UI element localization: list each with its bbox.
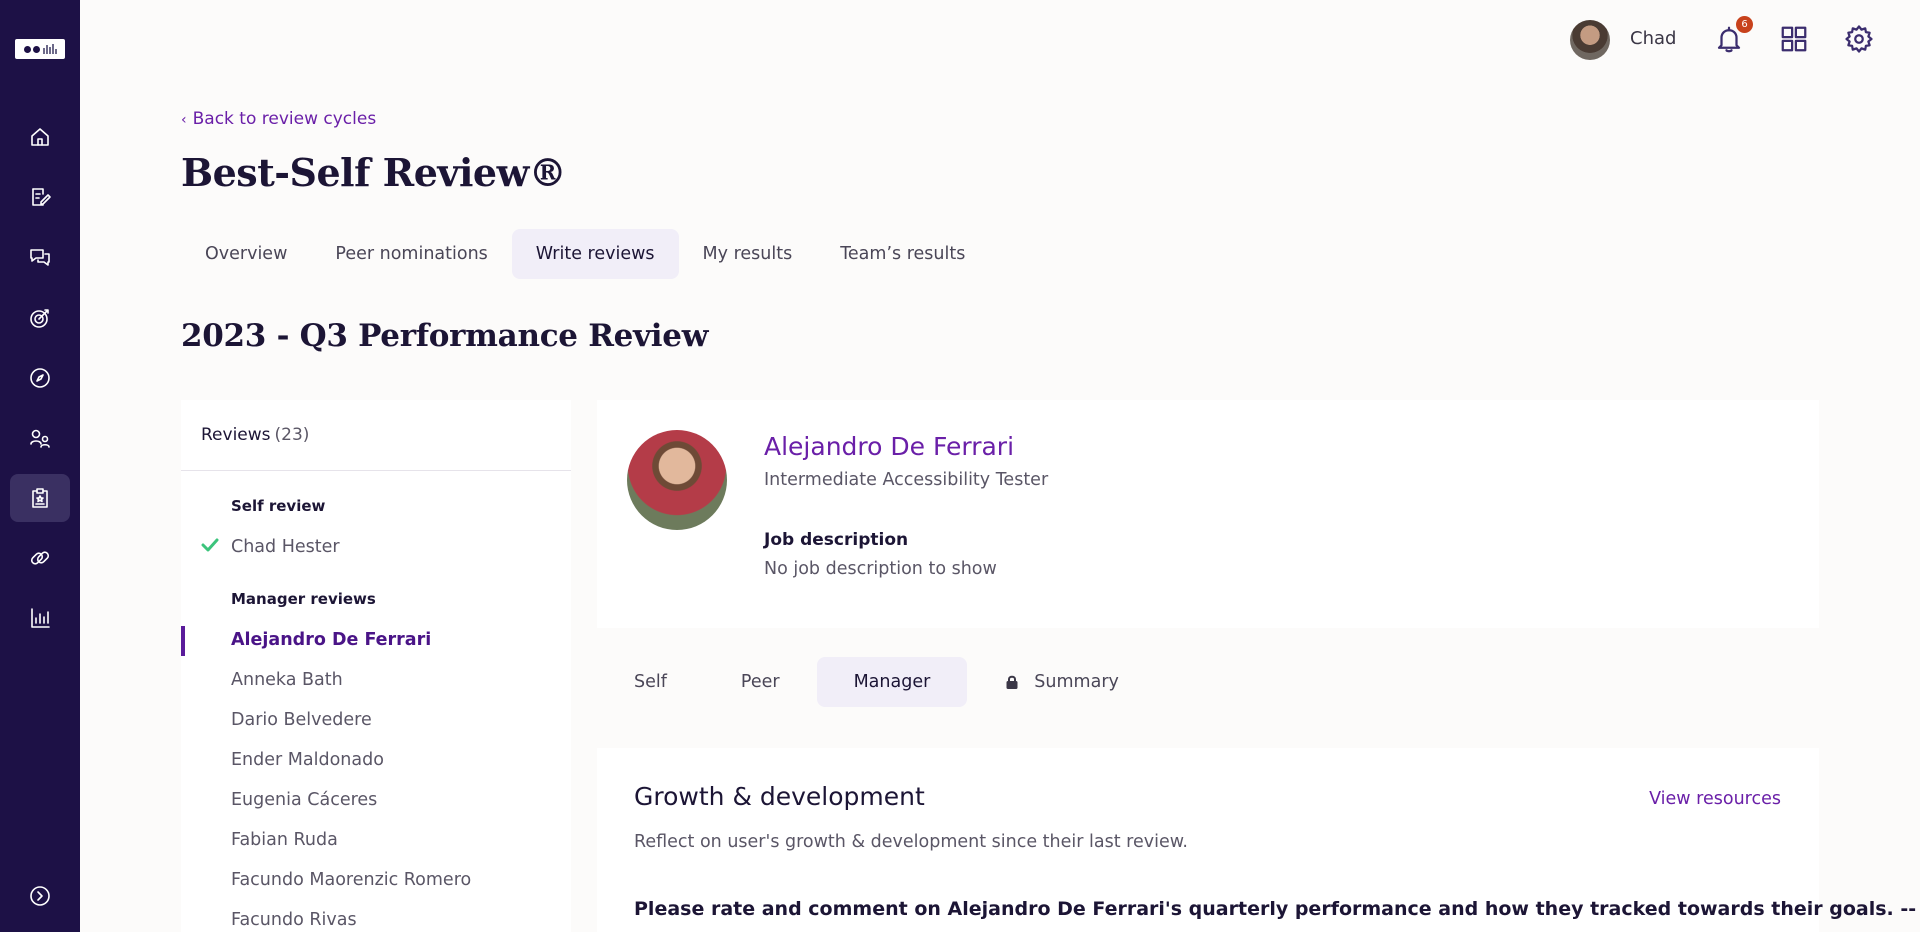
growth-description: Reflect on user's growth & development s… [634,832,1188,852]
review-item-manager[interactable]: Eugenia Cáceres [231,790,377,810]
review-item-manager[interactable]: Facundo Maorenzic Romero [231,870,471,890]
review-item-manager[interactable]: Ender Maldonado [231,750,384,770]
review-item-manager[interactable]: Fabian Ruda [231,830,338,850]
review-item-manager[interactable]: Anneka Bath [231,670,343,690]
target-icon[interactable] [10,294,70,342]
tab-self[interactable]: Self [597,657,704,707]
apps-grid-icon[interactable] [1776,21,1812,57]
review-item-manager[interactable]: Facundo Rivas [231,910,357,930]
company-logo[interactable] [15,39,65,59]
link-icon[interactable] [10,534,70,582]
tab-teams-results[interactable]: Team’s results [816,229,989,279]
back-to-review-cycles-link[interactable]: ‹ Back to review cycles [181,109,376,129]
tab-my-results[interactable]: My results [679,229,817,279]
tab-manager[interactable]: Manager [816,657,968,707]
job-description-label: Job description [764,530,909,550]
profile-role: Intermediate Accessibility Tester [764,470,1049,490]
tab-summary[interactable]: Summary [967,657,1156,707]
review-item-manager[interactable]: Alejandro De Ferrari [231,630,431,650]
profile-card: Alejandro De Ferrari Intermediate Access… [597,400,1819,628]
profile-photo [627,430,727,530]
expand-arrow-icon[interactable] [10,872,70,920]
main-tabs: Overview Peer nominations Write reviews … [181,229,989,279]
compass-icon[interactable] [10,354,70,402]
job-description-text: No job description to show [764,559,997,579]
home-icon[interactable] [10,113,70,161]
review-clipboard-icon[interactable] [10,474,70,522]
gear-icon[interactable] [1841,21,1877,57]
back-link-label: Back to review cycles [192,109,377,129]
tab-summary-label: Summary [1034,672,1119,692]
check-icon [201,538,219,552]
people-icon[interactable] [10,414,70,462]
review-item-manager[interactable]: Dario Belvedere [231,710,372,730]
reviews-label: Reviews [201,425,271,445]
active-indicator [181,626,185,656]
page-title: Best-Self Review® [181,150,567,195]
notification-badge: 6 [1736,16,1753,33]
growth-question: Please rate and comment on Alejandro De … [634,898,1917,920]
reviews-panel: Reviews (23) Self review Chad Hester Man… [181,400,571,932]
tab-write-reviews[interactable]: Write reviews [511,229,679,279]
chevron-left-icon: ‹ [181,112,187,128]
reviews-header: Reviews (23) [181,400,571,471]
profile-name[interactable]: Alejandro De Ferrari [764,432,1014,461]
cycle-title: 2023 - Q3 Performance Review [181,318,709,354]
growth-card: Growth & development View resources Refl… [597,748,1916,932]
self-review-group-label: Self review [231,497,326,515]
tab-peer[interactable]: Peer [704,657,817,707]
chat-icon[interactable] [10,233,70,281]
review-type-tabs: Self Peer Manager Summary [597,657,1156,707]
tab-overview[interactable]: Overview [181,229,311,279]
user-name[interactable]: Chad [1630,28,1676,49]
view-resources-link[interactable]: View resources [1649,789,1781,809]
reviews-count: (23) [274,425,310,445]
bar-chart-icon[interactable] [10,594,70,642]
edit-note-icon[interactable] [10,173,70,221]
review-item-self[interactable]: Chad Hester [231,537,340,557]
user-avatar[interactable] [1570,20,1610,60]
manager-reviews-group-label: Manager reviews [231,590,376,608]
sidebar [0,0,80,932]
growth-title: Growth & development [634,782,925,811]
lock-icon [1006,675,1018,689]
tab-peer-nominations[interactable]: Peer nominations [311,229,511,279]
